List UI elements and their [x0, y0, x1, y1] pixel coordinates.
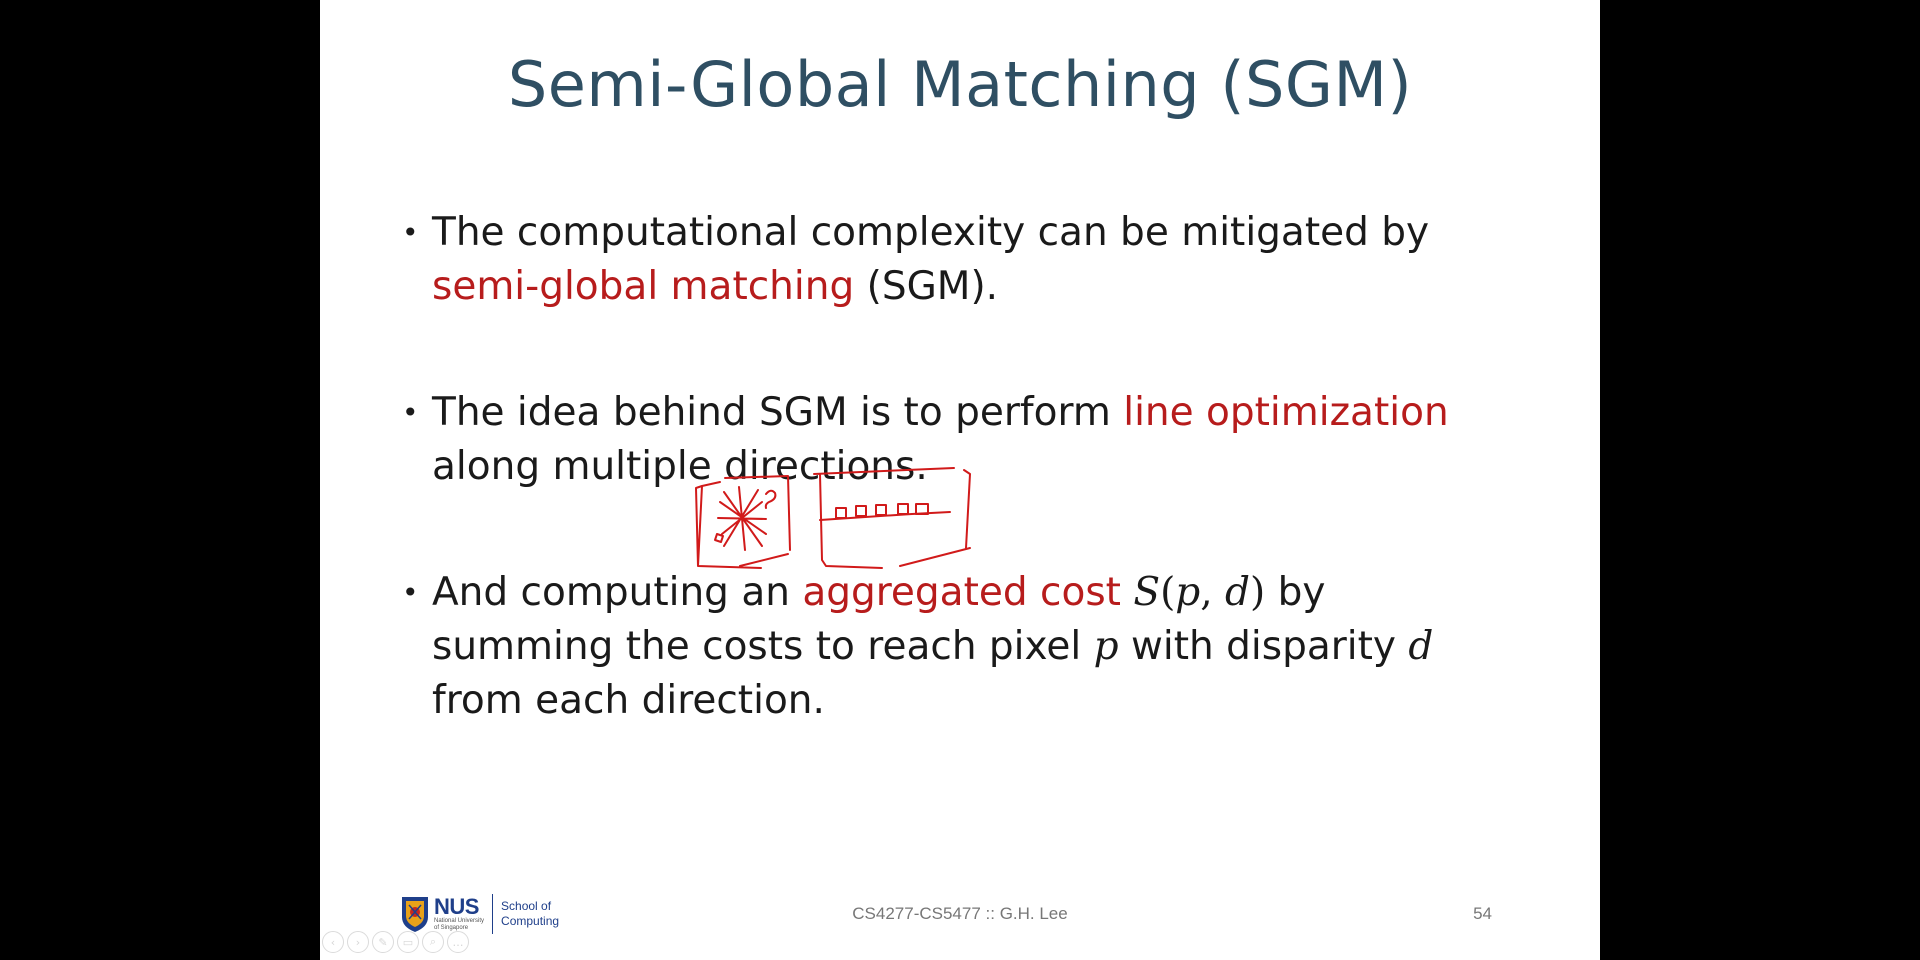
formula-open-paren: ( — [1160, 570, 1176, 615]
pen-icon[interactable]: ✎ — [372, 931, 394, 953]
ink-pixel-marks — [835, 503, 929, 519]
bullet-2-line2: along multiple directions. — [432, 444, 928, 489]
slideshow-toolbar: ‹ › ✎ ▭ ⌕ … — [322, 931, 469, 953]
formula-p: p — [1175, 570, 1201, 615]
formula-S: S — [1133, 570, 1161, 615]
bullet-3-highlight: aggregated cost — [802, 570, 1121, 615]
bullet-1: • The computational complexity can be mi… — [402, 206, 1532, 314]
zoom-icon[interactable]: ⌕ — [422, 931, 444, 953]
bullet-3-line3: from each direction. — [432, 678, 825, 723]
aggregated-cost-formula: S(p, d) — [1133, 570, 1265, 615]
bullet-dot: • — [402, 576, 419, 609]
bullet-2: • The idea behind SGM is to perform line… — [402, 386, 1532, 494]
formula-close-paren: ) — [1250, 570, 1266, 615]
bullet-3-line2-b: with disparity — [1131, 624, 1396, 669]
bullet-2-highlight: line optimization — [1123, 390, 1449, 435]
pixel-p: p — [1093, 624, 1119, 669]
bullet-1-tail: (SGM). — [866, 264, 999, 309]
bullet-3-after-math: by — [1277, 570, 1326, 615]
formula-d: d — [1225, 570, 1251, 615]
ink-star-lines — [717, 486, 767, 551]
bullet-dot: • — [402, 216, 419, 249]
bullet-1-highlight: semi-global matching — [432, 264, 855, 309]
formula-comma: , — [1200, 570, 1226, 615]
slide-title: Semi-Global Matching (SGM) — [507, 48, 1413, 121]
ink-scanline — [819, 511, 951, 521]
bullet-2-lead: The idea behind SGM is to perform — [432, 390, 1111, 435]
disparity-d: d — [1408, 624, 1434, 669]
bullet-3-line2-a: summing the costs to reach pixel — [432, 624, 1082, 669]
next-icon[interactable]: › — [347, 931, 369, 953]
slide: Semi-Global Matching (SGM) • The computa… — [320, 0, 1600, 960]
page-number: 54 — [1473, 904, 1492, 923]
bullet-1-text: The computational complexity can be miti… — [432, 210, 1430, 255]
viewer-stage: Semi-Global Matching (SGM) • The computa… — [0, 0, 1920, 960]
course-footer: CS4277-CS5477 :: G.H. Lee — [852, 904, 1068, 923]
slides-icon[interactable]: ▭ — [397, 931, 419, 953]
more-icon[interactable]: … — [447, 931, 469, 953]
bullet-3: • And computing an aggregated cost S(p, … — [402, 566, 1532, 728]
bullet-dot: • — [402, 396, 419, 429]
prev-icon[interactable]: ‹ — [322, 931, 344, 953]
bullet-3-lead: And computing an — [432, 570, 790, 615]
ink-star-label-bottom — [714, 533, 724, 543]
